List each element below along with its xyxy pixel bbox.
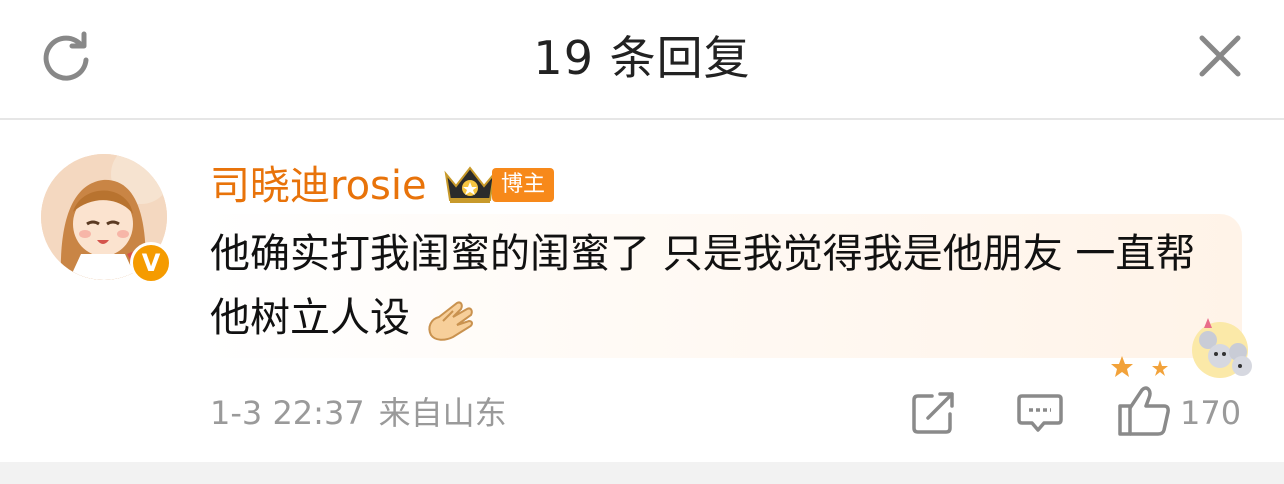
crown-icon [444,166,496,203]
comment-meta: 1-3 22:37 来自山东 [210,388,507,438]
like-button[interactable] [1116,384,1172,438]
thumbs-up-icon [1118,386,1170,436]
share-button[interactable] [910,390,958,436]
verified-badge: V [130,242,172,284]
page-title: 19 条回复 [533,31,751,85]
panel-header: 19 条回复 [0,0,1284,120]
divider [0,462,1284,484]
close-button[interactable] [1194,30,1246,82]
close-icon [1199,35,1241,77]
reply-button[interactable] [1016,392,1064,434]
comment-body: 他确实打我闺蜜的闺蜜了 只是我觉得我是他朋友 一直帮他树立人设 [210,231,1196,341]
comment-text: 他确实打我闺蜜的闺蜜了 只是我觉得我是他朋友 一直帮他树立人设 [210,222,1230,350]
comment-icon [1017,394,1063,432]
timestamp: 1-3 22:37 [210,394,365,432]
like-count: 170 [1180,394,1242,432]
sticker-decoration [1111,318,1252,378]
clap-hands-emoji [428,301,473,341]
blogger-badge: 博主 [492,168,554,202]
location: 来自山东 [378,394,507,432]
share-icon [912,392,954,434]
reply-panel: 19 条回复 V 司晓迪rosie 博主 他确实打我闺蜜的闺蜜了 只是我觉得我是… [0,0,1284,484]
username[interactable]: 司晓迪rosie [210,160,427,212]
